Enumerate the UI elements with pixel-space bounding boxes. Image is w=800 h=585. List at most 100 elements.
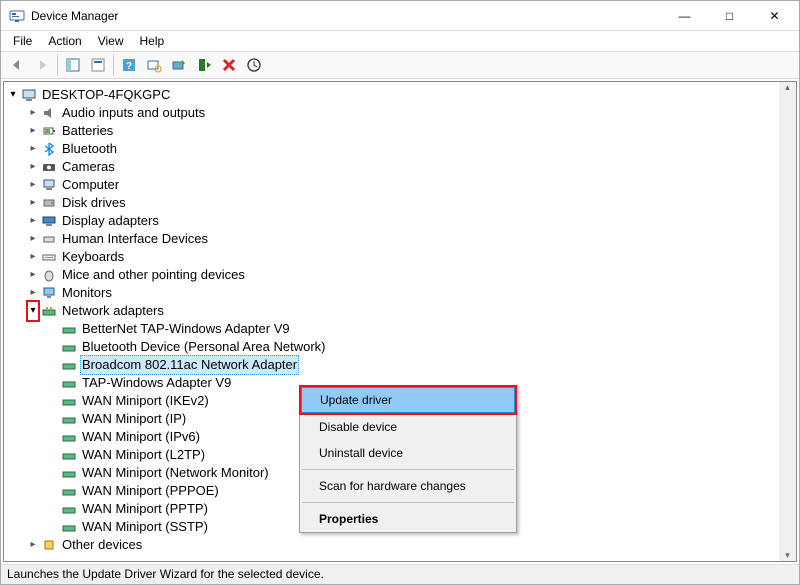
keyboard-icon — [40, 249, 58, 265]
node-label: WAN Miniport (PPPOE) — [80, 482, 221, 500]
expand-icon[interactable] — [26, 104, 40, 122]
bluetooth-icon — [40, 141, 58, 157]
close-button[interactable]: ✕ — [752, 1, 797, 30]
node-label: WAN Miniport (PPTP) — [80, 500, 210, 518]
network-adapter-icon — [60, 393, 78, 409]
svg-text:?: ? — [126, 61, 132, 72]
node-label: WAN Miniport (IP) — [80, 410, 188, 428]
expand-icon[interactable] — [26, 194, 40, 212]
tree-category[interactable]: Other devices — [6, 536, 794, 554]
network-adapter-icon — [60, 519, 78, 535]
tree-category[interactable]: Keyboards — [6, 248, 794, 266]
toolbar-separator — [113, 54, 114, 76]
expand-icon[interactable] — [26, 140, 40, 158]
expand-icon[interactable] — [26, 266, 40, 284]
menu-view[interactable]: View — [90, 32, 132, 50]
node-label: WAN Miniport (Network Monitor) — [80, 464, 271, 482]
window-title: Device Manager — [31, 9, 662, 23]
update-driver-button[interactable] — [167, 53, 191, 77]
tree-device[interactable]: Bluetooth Device (Personal Area Network) — [6, 338, 794, 356]
expand-icon[interactable] — [26, 300, 40, 322]
node-label: Disk drives — [60, 194, 128, 212]
tree-device-selected[interactable]: Broadcom 802.11ac Network Adapter — [6, 356, 794, 374]
expand-icon[interactable] — [26, 158, 40, 176]
network-adapter-icon — [60, 411, 78, 427]
battery-icon — [40, 123, 58, 139]
tree-category[interactable]: Batteries — [6, 122, 794, 140]
node-label: Display adapters — [60, 212, 161, 230]
node-label: Cameras — [60, 158, 117, 176]
computer-icon — [20, 87, 38, 103]
tree-category[interactable]: Audio inputs and outputs — [6, 104, 794, 122]
tree-category[interactable]: Mice and other pointing devices — [6, 266, 794, 284]
ctx-separator — [302, 502, 514, 503]
status-bar: Launches the Update Driver Wizard for th… — [1, 564, 799, 584]
node-label: DESKTOP-4FQKGPC — [40, 86, 172, 104]
tree-device[interactable]: BetterNet TAP-Windows Adapter V9 — [6, 320, 794, 338]
tree-category[interactable]: Display adapters — [6, 212, 794, 230]
window-buttons: — □ ✕ — [662, 1, 797, 30]
ctx-separator — [302, 469, 514, 470]
network-adapter-icon — [60, 447, 78, 463]
network-adapter-icon — [60, 321, 78, 337]
tree-category-network[interactable]: Network adapters — [6, 302, 794, 320]
node-label: Computer — [60, 176, 121, 194]
node-label: Audio inputs and outputs — [60, 104, 207, 122]
back-button[interactable] — [5, 53, 29, 77]
network-adapter-icon — [40, 303, 58, 319]
ctx-properties[interactable]: Properties — [300, 506, 516, 532]
help-button[interactable]: ? — [117, 53, 141, 77]
node-label: WAN Miniport (SSTP) — [80, 518, 210, 536]
expand-icon[interactable] — [6, 86, 20, 104]
ctx-update-driver[interactable]: Update driver — [301, 387, 515, 413]
minimize-button[interactable]: — — [662, 1, 707, 30]
menu-help[interactable]: Help — [132, 32, 173, 50]
properties-button[interactable] — [86, 53, 110, 77]
tree-root[interactable]: DESKTOP-4FQKGPC — [6, 86, 794, 104]
expand-icon[interactable] — [26, 230, 40, 248]
network-adapter-icon — [60, 339, 78, 355]
node-label: Broadcom 802.11ac Network Adapter — [80, 355, 299, 375]
expand-icon[interactable] — [26, 536, 40, 554]
tree-category[interactable]: Cameras — [6, 158, 794, 176]
network-adapter-icon — [60, 465, 78, 481]
expand-icon[interactable] — [26, 212, 40, 230]
ctx-uninstall-device[interactable]: Uninstall device — [300, 440, 516, 466]
tree-category[interactable]: Bluetooth — [6, 140, 794, 158]
vertical-scrollbar[interactable] — [779, 82, 796, 561]
uninstall-button[interactable] — [217, 53, 241, 77]
expand-icon[interactable] — [26, 122, 40, 140]
forward-button[interactable] — [30, 53, 54, 77]
show-hide-tree-button[interactable] — [61, 53, 85, 77]
disk-icon — [40, 195, 58, 211]
network-adapter-icon — [60, 483, 78, 499]
tree-category[interactable]: Computer — [6, 176, 794, 194]
mouse-icon — [40, 267, 58, 283]
scan-button[interactable] — [142, 53, 166, 77]
menubar: File Action View Help — [1, 31, 799, 51]
maximize-button[interactable]: □ — [707, 1, 752, 30]
node-label: TAP-Windows Adapter V9 — [80, 374, 233, 392]
network-adapter-icon — [60, 429, 78, 445]
node-label: BetterNet TAP-Windows Adapter V9 — [80, 320, 292, 338]
audio-icon — [40, 105, 58, 121]
node-label: Network adapters — [60, 302, 166, 320]
tree-category[interactable]: Monitors — [6, 284, 794, 302]
expand-icon[interactable] — [26, 248, 40, 266]
node-label: WAN Miniport (L2TP) — [80, 446, 207, 464]
ctx-disable-device[interactable]: Disable device — [300, 414, 516, 440]
menu-file[interactable]: File — [5, 32, 40, 50]
tree-category[interactable]: Human Interface Devices — [6, 230, 794, 248]
node-label: Monitors — [60, 284, 114, 302]
computer-icon — [40, 177, 58, 193]
camera-icon — [40, 159, 58, 175]
menu-action[interactable]: Action — [40, 32, 89, 50]
app-icon — [9, 8, 25, 24]
expand-icon[interactable] — [26, 176, 40, 194]
ctx-scan-hardware[interactable]: Scan for hardware changes — [300, 473, 516, 499]
tree-category[interactable]: Disk drives — [6, 194, 794, 212]
toolbar-separator — [57, 54, 58, 76]
titlebar: Device Manager — □ ✕ — [1, 1, 799, 31]
legacy-button[interactable] — [242, 53, 266, 77]
disable-button[interactable] — [192, 53, 216, 77]
